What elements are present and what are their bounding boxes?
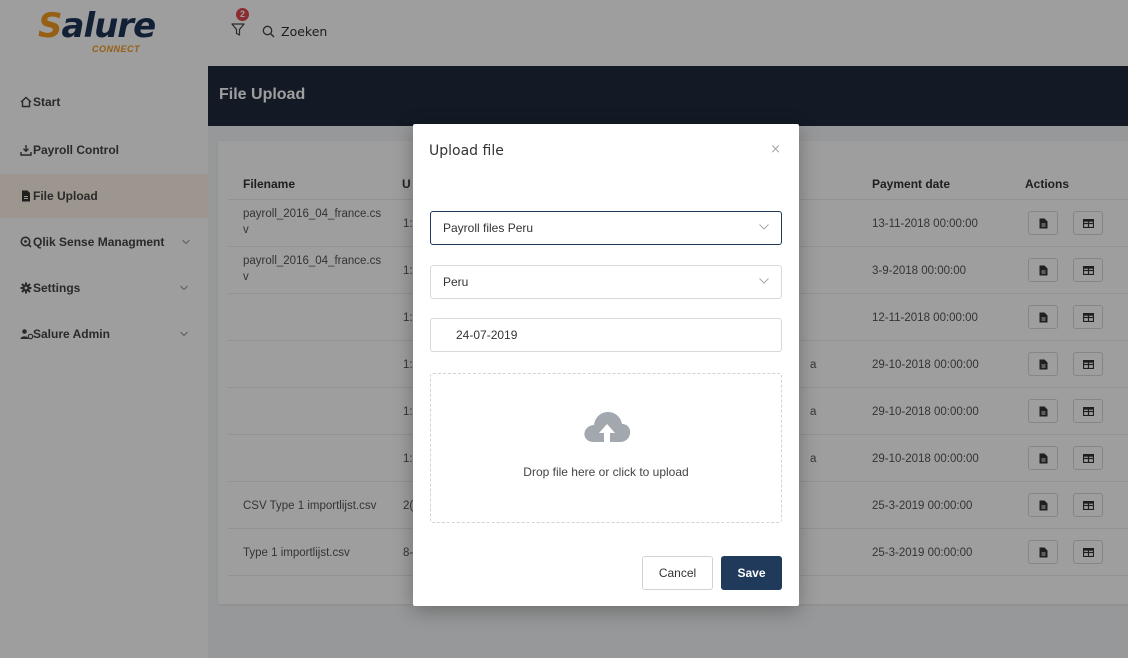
date-input[interactable]: 24-07-2019 [430, 318, 782, 352]
file-type-value: Payroll files Peru [443, 221, 534, 235]
chevron-down-icon [759, 278, 769, 284]
close-icon[interactable]: × [770, 142, 781, 157]
country-value: Peru [443, 275, 469, 289]
dialog-title: Upload file [429, 143, 504, 159]
country-select[interactable]: Peru [430, 265, 782, 299]
cancel-button[interactable]: Cancel [642, 556, 713, 590]
file-type-select[interactable]: Payroll files Peru [430, 211, 782, 245]
dropzone-text: Drop file here or click to upload [523, 465, 689, 479]
chevron-down-icon [759, 224, 769, 230]
cloud-upload-icon [584, 412, 631, 442]
upload-file-dialog: Upload file × Payroll files Peru Peru 24… [413, 124, 799, 606]
save-button[interactable]: Save [721, 556, 782, 590]
file-dropzone[interactable]: Drop file here or click to upload [430, 373, 782, 523]
date-value: 24-07-2019 [456, 328, 518, 342]
